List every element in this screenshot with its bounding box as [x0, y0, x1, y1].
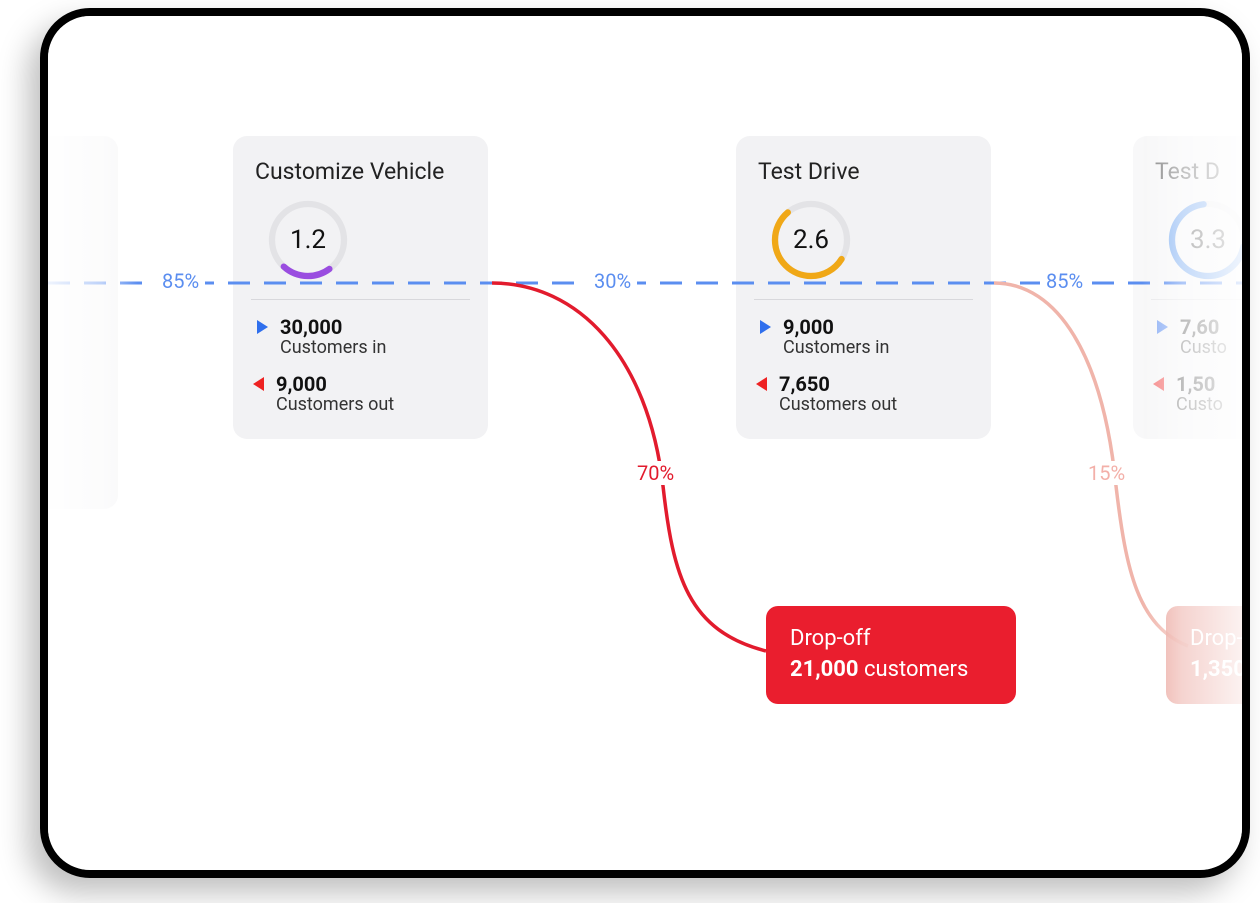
- in-label: Customers in: [280, 338, 386, 359]
- triangle-out-icon: [756, 377, 767, 391]
- dropoff-line: 1,350: [1190, 657, 1242, 682]
- funnel-canvas[interactable]: 85% 30% 85% 70% 15% on Customize Vehicle…: [48, 16, 1242, 870]
- in-count: 9,000: [783, 316, 889, 338]
- dropoff-title: Drop-o: [1190, 626, 1242, 651]
- divider: [1151, 299, 1242, 300]
- in-count: 7,60: [1180, 316, 1227, 338]
- stage-card-customize-vehicle[interactable]: Customize Vehicle 1.2 30,000 Customers i…: [233, 136, 488, 439]
- dropoff-box-td-partial[interactable]: Drop-o 1,350: [1166, 606, 1242, 704]
- in-label: Customers in: [783, 338, 889, 359]
- stage-title: Test D: [1155, 158, 1242, 185]
- stage-title: Customize Vehicle: [255, 158, 466, 185]
- gauge: 2.6: [766, 195, 856, 285]
- metric-in: 9,000 Customers in: [758, 316, 969, 359]
- connector-label-cv-pass: 30%: [588, 269, 637, 293]
- in-label: Custo: [1180, 338, 1227, 359]
- dropoff-count: 21,000: [790, 657, 859, 682]
- triangle-in-icon: [760, 320, 771, 334]
- dropoff-box-cv[interactable]: Drop-off 21,000 customers: [766, 606, 1016, 704]
- gauge-value: 2.6: [766, 195, 856, 285]
- divider: [251, 299, 470, 300]
- metric-out: 7,650 Customers out: [758, 373, 969, 416]
- gauge: 1.2: [263, 195, 353, 285]
- gauge-value: 1.2: [263, 195, 353, 285]
- connector-label-td-drop: 15%: [1082, 461, 1131, 485]
- out-label: Customers out: [779, 395, 897, 416]
- device-frame: 85% 30% 85% 70% 15% on Customize Vehicle…: [40, 8, 1250, 878]
- stage-card-next-partial[interactable]: Test D 3.3 7,60 Custo 1,50: [1133, 136, 1242, 439]
- metric-in: 7,60 Custo: [1155, 316, 1242, 359]
- stage-card-test-drive[interactable]: Test Drive 2.6 9,000 Customers in 7: [736, 136, 991, 439]
- out-count: 7,650: [779, 373, 897, 395]
- dropoff-line: 21,000 customers: [790, 657, 992, 682]
- gauge: 3.3: [1163, 195, 1242, 285]
- divider: [754, 299, 973, 300]
- out-count: 9,000: [276, 373, 394, 395]
- stage-card-prev-partial[interactable]: on: [48, 136, 118, 509]
- connector-label-in: 85%: [156, 269, 205, 293]
- metric-in: 30,000 Customers in: [255, 316, 466, 359]
- out-label: Customers out: [276, 395, 394, 416]
- metric-out: 9,000 Customers out: [255, 373, 466, 416]
- triangle-out-icon: [1153, 377, 1164, 391]
- out-count: 1,50: [1176, 373, 1223, 395]
- dropoff-unit: customers: [864, 657, 968, 682]
- dropoff-title: Drop-off: [790, 626, 992, 651]
- metric-out: 1,50 Custo: [1155, 373, 1242, 416]
- triangle-out-icon: [253, 377, 264, 391]
- out-label: Custo: [1176, 395, 1223, 416]
- triangle-in-icon: [257, 320, 268, 334]
- stage-title: on: [48, 158, 96, 185]
- connector-label-cv-drop: 70%: [631, 461, 680, 485]
- stage-title: Test Drive: [758, 158, 969, 185]
- connector-label-td-pass: 85%: [1040, 269, 1089, 293]
- gauge-value: 3.3: [1163, 195, 1242, 285]
- dropoff-count: 1,350: [1190, 657, 1242, 682]
- connector-layer: [48, 16, 1242, 870]
- in-count: 30,000: [280, 316, 386, 338]
- triangle-in-icon: [1157, 320, 1168, 334]
